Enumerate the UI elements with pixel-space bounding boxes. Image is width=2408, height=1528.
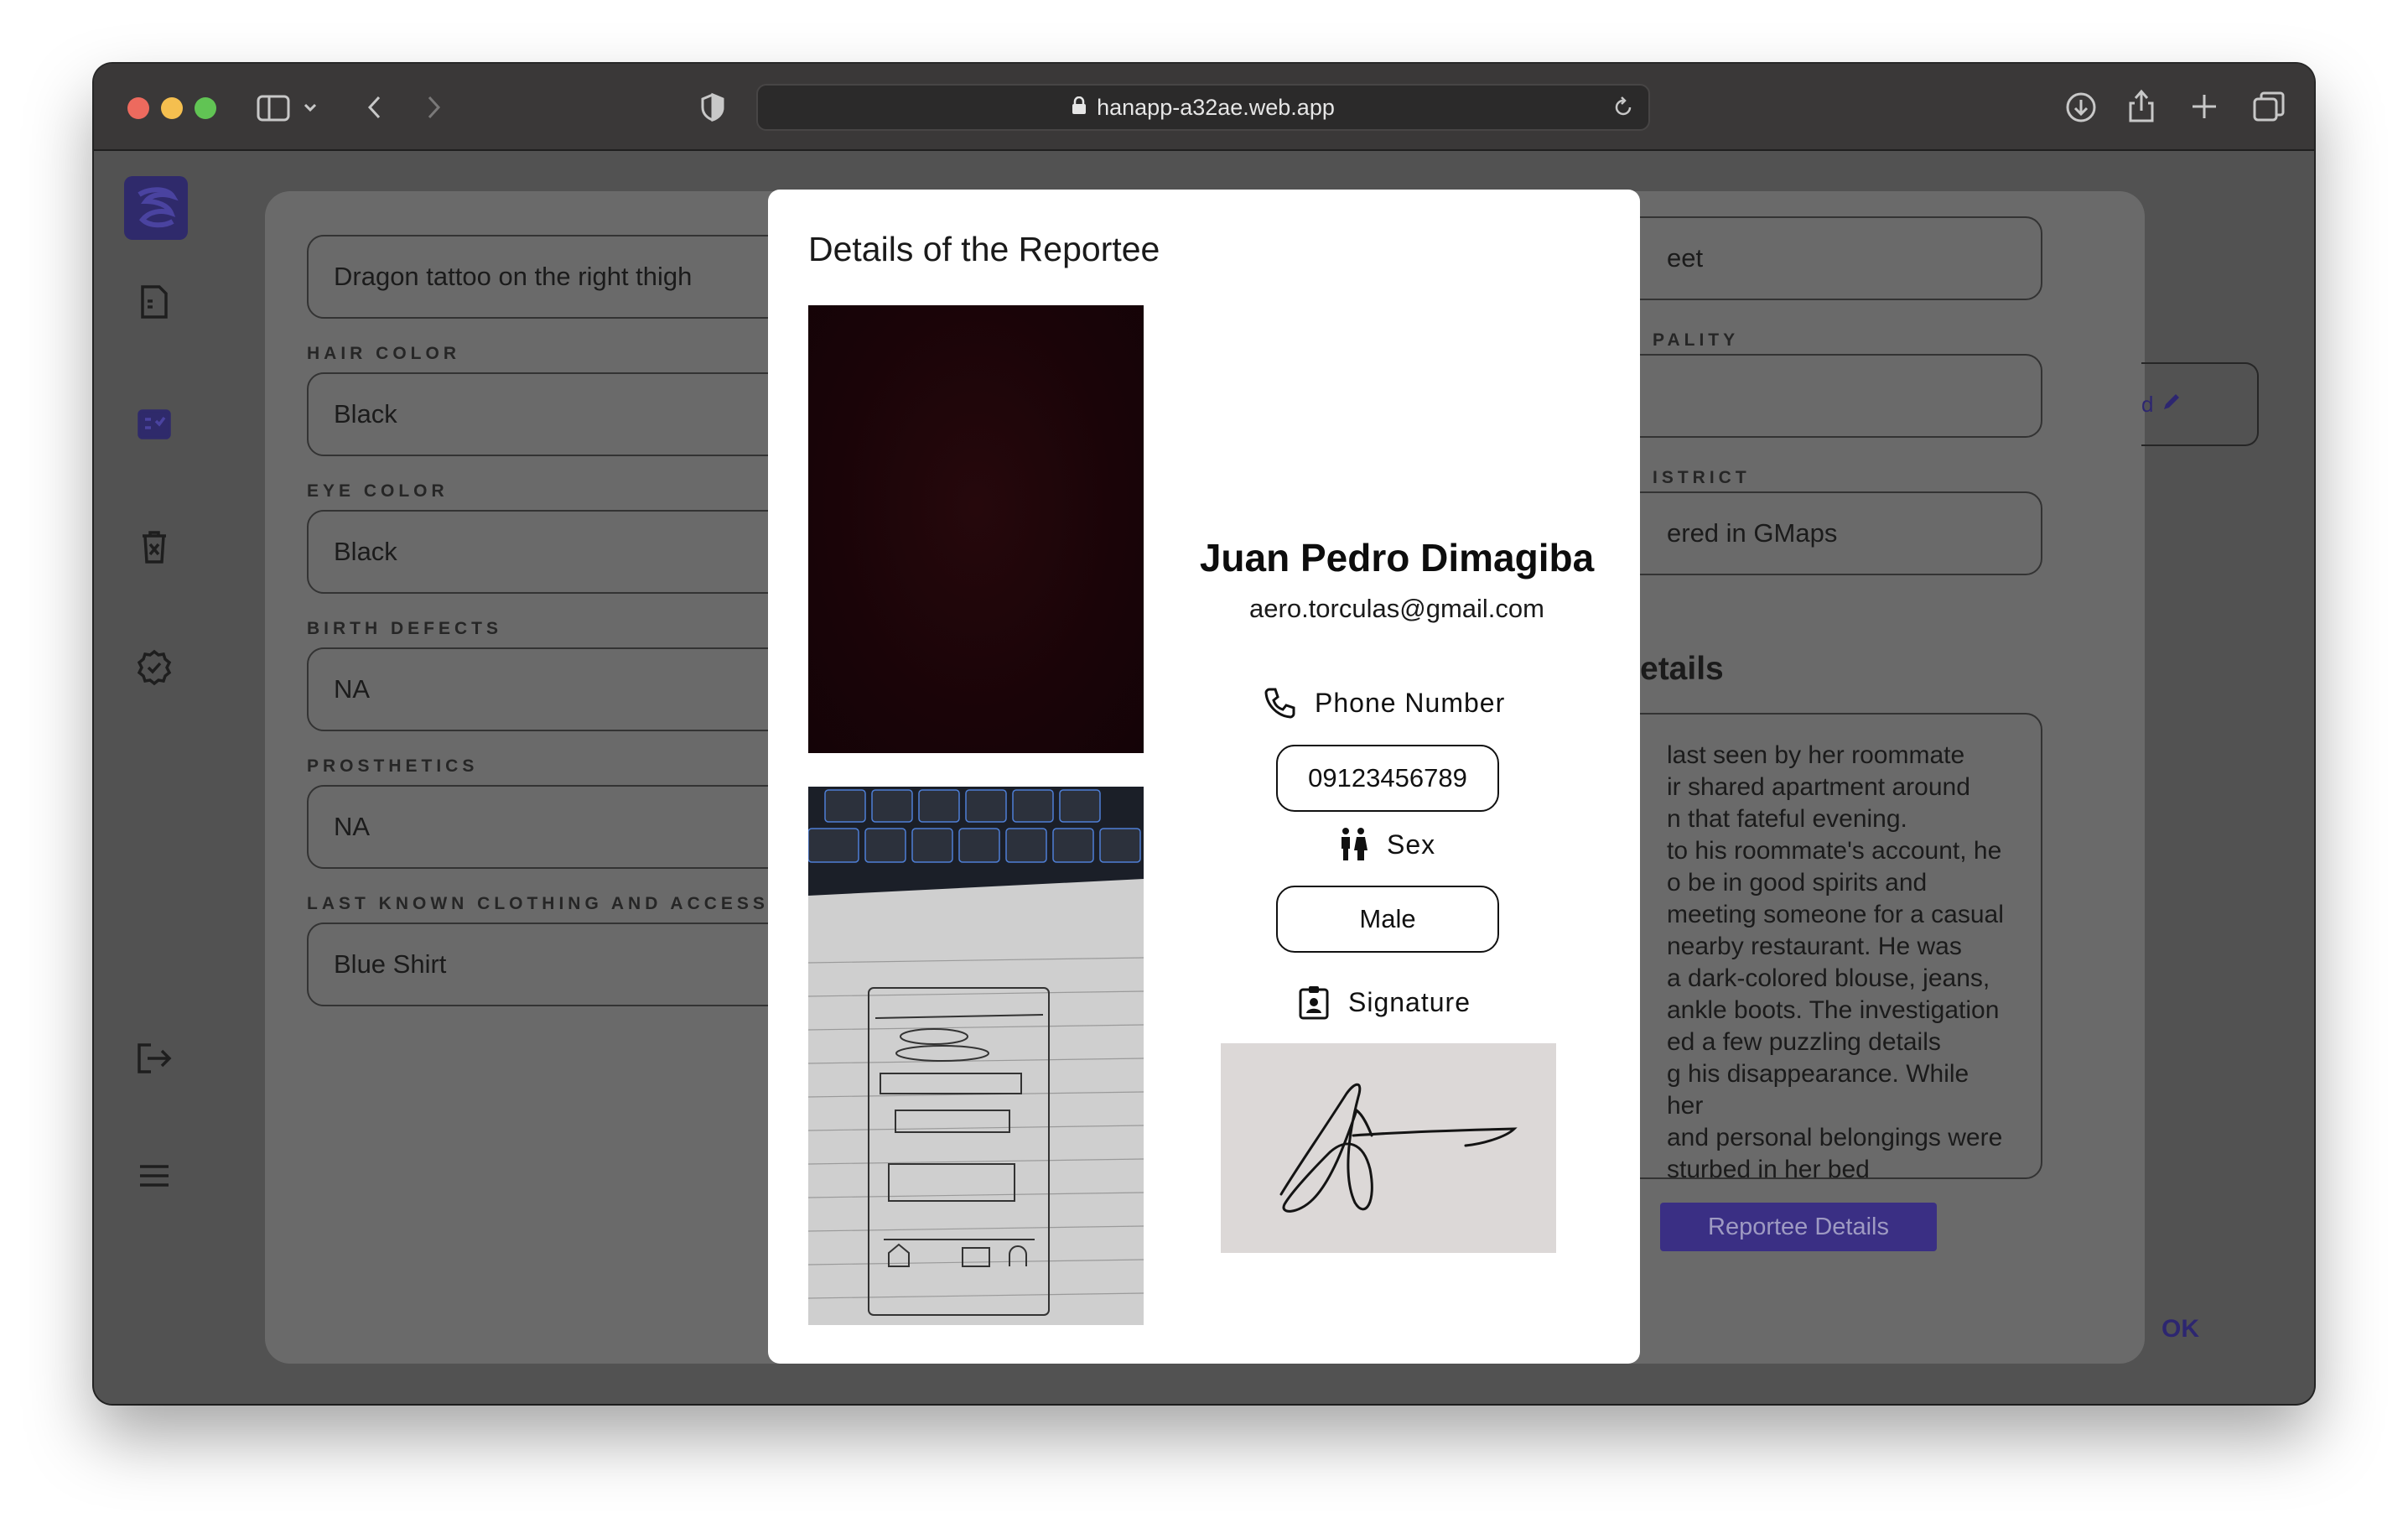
- phone-label: Phone Number: [1315, 687, 1506, 718]
- sidebar: [94, 151, 213, 1404]
- district-label: ISTRICT: [1653, 468, 1751, 487]
- details-line: nearby restaurant. He was: [1667, 933, 1962, 960]
- modal-title: Details of the Reportee: [808, 230, 1160, 268]
- trash-icon[interactable]: [136, 528, 173, 565]
- street-field[interactable]: eet: [1623, 216, 2042, 300]
- details-line: ir shared apartment around: [1667, 773, 1970, 801]
- verified-badge-icon[interactable]: [136, 649, 173, 686]
- back-icon[interactable]: [362, 92, 387, 122]
- app-logo[interactable]: [124, 176, 188, 240]
- phone-number-heading: Phone Number: [1263, 686, 1505, 720]
- details-line: g his disappearance. While her: [1667, 1060, 1969, 1120]
- address-bar[interactable]: hanapp-a32ae.web.app: [756, 84, 1650, 131]
- reportee-details-button[interactable]: Reportee Details: [1660, 1203, 1937, 1251]
- reportee-id-photo: [808, 787, 1144, 1325]
- details-textarea[interactable]: last seen by her roommate ir shared apar…: [1623, 713, 2042, 1179]
- field-value: ered in GMaps: [1667, 518, 1838, 548]
- details-line: ankle boots. The investigation: [1667, 996, 2000, 1024]
- hair-color-field[interactable]: Black: [307, 372, 810, 456]
- details-line: o be in good spirits and: [1667, 869, 1928, 897]
- eye-color-field[interactable]: Black: [307, 510, 810, 594]
- reload-icon[interactable]: [1611, 96, 1635, 125]
- details-line: ed a few puzzling details: [1667, 1028, 1941, 1056]
- minimize-window-button[interactable]: [161, 97, 183, 119]
- phone-number-value: 09123456789: [1276, 745, 1499, 812]
- distinguishing-marks-field[interactable]: Dragon tattoo on the right thigh: [307, 235, 810, 319]
- sex-value: Male: [1276, 886, 1499, 953]
- chevron-down-icon[interactable]: [302, 99, 319, 116]
- details-line: meeting someone for a casual: [1667, 901, 2004, 928]
- details-line: sturbed in her bed: [1667, 1156, 1870, 1179]
- phone-icon: [1264, 688, 1295, 719]
- municipality-label: PALITY: [1653, 330, 1740, 350]
- birth-defects-label: BIRTH DEFECTS: [307, 619, 502, 638]
- maximize-window-button[interactable]: [195, 97, 216, 119]
- sex-label: Sex: [1387, 829, 1436, 860]
- reportee-details-modal: Details of the Reportee Juan Pedro Dimag…: [768, 190, 1640, 1364]
- menu-icon[interactable]: [136, 1157, 173, 1194]
- new-tab-icon[interactable]: [2190, 92, 2219, 121]
- field-value: Black: [334, 537, 397, 566]
- id-badge-icon: [1299, 986, 1329, 1020]
- field-value: Blue Shirt: [334, 949, 447, 979]
- wc-icon: [1342, 828, 1367, 860]
- signature-heading: Signature: [1298, 985, 1471, 1020]
- field-value: NA: [334, 674, 371, 704]
- details-line: and personal belongings were: [1667, 1124, 2003, 1151]
- details-line: a dark-colored blouse, jeans,: [1667, 964, 1990, 992]
- reportee-email: aero.torculas@gmail.com: [1249, 594, 1544, 623]
- details-line: to his roommate's account, he: [1667, 837, 2002, 865]
- ok-button[interactable]: OK: [2161, 1315, 2199, 1343]
- reportee-photo: [808, 305, 1144, 753]
- share-icon[interactable]: [2126, 87, 2156, 124]
- details-line: n that fateful evening.: [1667, 805, 1907, 833]
- lock-icon: [1072, 95, 1087, 121]
- prosthetics-field[interactable]: NA: [307, 785, 810, 869]
- reportee-name: Juan Pedro Dimagiba: [1199, 536, 1595, 579]
- hair-color-label: HAIR COLOR: [307, 344, 460, 363]
- edit-button[interactable]: d: [2141, 362, 2259, 446]
- district-field[interactable]: ered in GMaps: [1623, 491, 2042, 575]
- clothing-field[interactable]: Blue Shirt: [307, 923, 810, 1006]
- details-line: last seen by her roommate: [1667, 741, 1965, 769]
- prosthetics-label: PROSTHETICS: [307, 756, 479, 776]
- pencil-icon: [2161, 392, 2182, 418]
- field-value: Dragon tattoo on the right thigh: [334, 262, 693, 291]
- logout-icon[interactable]: [136, 1040, 173, 1077]
- field-value: Black: [334, 399, 397, 429]
- eye-color-label: EYE COLOR: [307, 481, 449, 501]
- close-window-button[interactable]: [127, 97, 149, 119]
- signature-image: [1221, 1043, 1556, 1253]
- shield-icon[interactable]: [699, 92, 726, 122]
- details-heading: etails: [1640, 651, 1724, 687]
- signature-label: Signature: [1348, 986, 1471, 1017]
- browser-toolbar: hanapp-a32ae.web.app: [94, 64, 2314, 151]
- download-icon[interactable]: [2064, 91, 2098, 124]
- field-value: eet: [1667, 243, 1704, 273]
- document-icon[interactable]: [136, 283, 173, 320]
- tabs-overview-icon[interactable]: [2252, 91, 2286, 122]
- checklist-icon[interactable]: [136, 406, 173, 443]
- sex-heading: Sex: [1338, 827, 1435, 862]
- birth-defects-field[interactable]: NA: [307, 647, 810, 731]
- url-text: hanapp-a32ae.web.app: [1097, 94, 1335, 120]
- edit-label: d: [2141, 391, 2154, 417]
- clothing-label: LAST KNOWN CLOTHING AND ACCESS: [307, 894, 769, 913]
- forward-icon[interactable]: [421, 92, 446, 122]
- municipality-field[interactable]: [1623, 354, 2042, 438]
- field-value: NA: [334, 812, 371, 841]
- sidebar-toggle-icon[interactable]: [257, 94, 290, 122]
